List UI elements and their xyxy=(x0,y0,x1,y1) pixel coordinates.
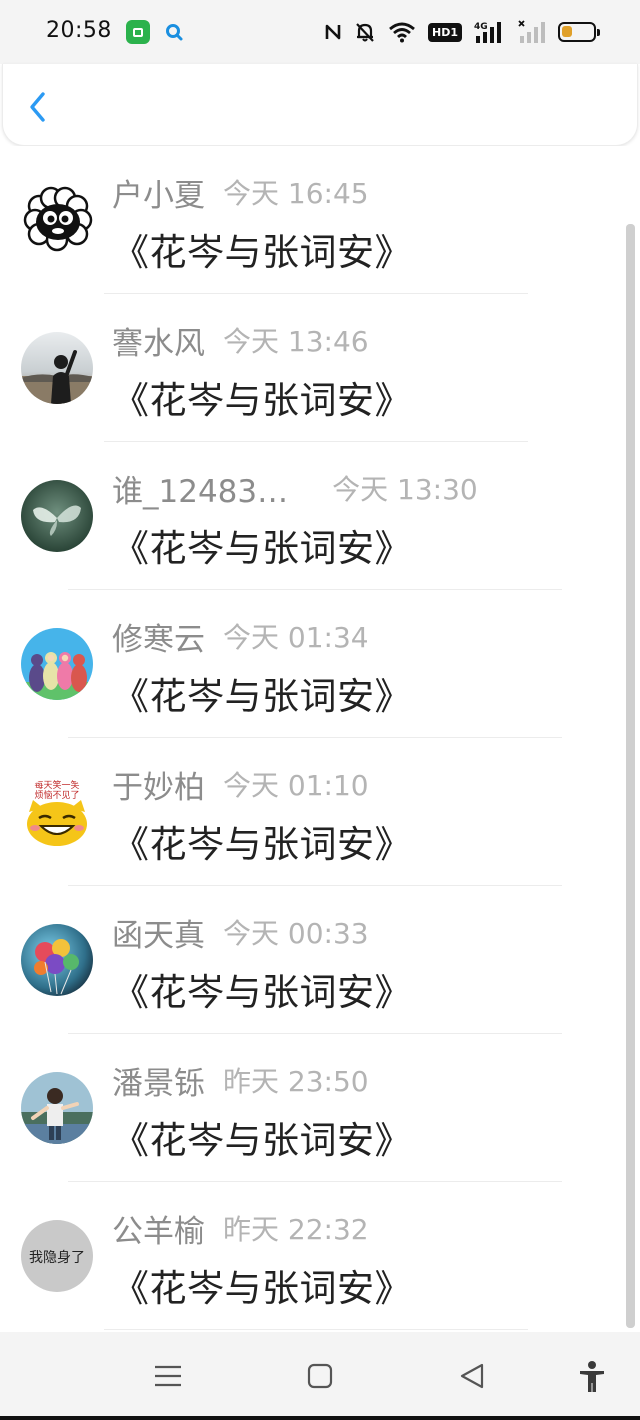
item-book-title: 《花岑与张词安》 xyxy=(112,1119,412,1162)
item-book-title: 《花岑与张词安》 xyxy=(112,231,412,274)
screen-bottom-edge xyxy=(0,1416,640,1420)
item-meta: 謇水风 今天 13:46 xyxy=(112,320,369,362)
back-triangle-icon xyxy=(460,1363,484,1389)
nfc-icon xyxy=(325,24,341,40)
item-time: 今天 01:34 xyxy=(223,621,369,654)
item-time: 昨天 23:50 xyxy=(223,1065,369,1098)
list-item[interactable]: 谁_12483… 今天 13:30 《花岑与张词安》 xyxy=(0,442,620,590)
item-meta: 公羊榆 昨天 22:32 xyxy=(112,1208,369,1250)
menu-icon xyxy=(155,1365,181,1387)
item-name: 函天真 xyxy=(112,917,205,954)
item-time: 今天 13:30 xyxy=(332,473,478,506)
smiling-cat-avatar[interactable]: 每天笑一笑 烦恼不见了 xyxy=(21,776,93,848)
reader-list[interactable]: 户小夏 今天 16:45 《花岑与张词安》 謇水风 今天 13:46 《花岑与张… xyxy=(0,146,640,1332)
item-name: 谁_12483… xyxy=(112,473,289,510)
top-app-bar xyxy=(2,64,638,146)
sheep-avatar[interactable] xyxy=(21,184,93,256)
item-time: 今天 16:45 xyxy=(223,177,369,210)
list-item[interactable]: 函天真 今天 00:33 《花岑与张词安》 xyxy=(0,886,620,1034)
boy-photo-avatar[interactable] xyxy=(21,1072,93,1144)
status-bar: 20:58 HD1 4G xyxy=(0,0,640,64)
item-meta: 谁_12483… 今天 13:30 xyxy=(112,468,478,510)
scrollbar[interactable] xyxy=(626,224,635,1328)
item-name: 于妙柏 xyxy=(112,769,205,806)
item-name: 修寒云 xyxy=(112,621,205,658)
item-name: 潘景铄 xyxy=(112,1065,205,1102)
item-meta: 函天真 今天 00:33 xyxy=(112,912,369,954)
item-book-title: 《花岑与张词安》 xyxy=(112,379,412,422)
item-name: 户小夏 xyxy=(112,177,205,214)
list-item[interactable]: 謇水风 今天 13:46 《花岑与张词安》 xyxy=(0,294,620,442)
list-item[interactable]: 每天笑一笑 烦恼不见了 于妙柏 今天 01:10 《花岑与张词安》 xyxy=(0,738,620,886)
svg-text:4G: 4G xyxy=(474,22,488,32)
search-icon xyxy=(166,24,183,41)
menu-button[interactable] xyxy=(152,1360,184,1392)
item-time: 今天 01:10 xyxy=(223,769,369,802)
item-name: 公羊榆 xyxy=(112,1213,205,1250)
system-nav-bar xyxy=(0,1332,640,1420)
hidden-user-avatar[interactable]: 我隐身了 xyxy=(21,1220,93,1292)
status-time: 20:58 xyxy=(46,18,112,43)
scrollbar-thumb[interactable] xyxy=(626,224,635,1328)
accessibility-icon xyxy=(580,1361,604,1392)
item-book-title: 《花岑与张词安》 xyxy=(112,823,412,866)
green-butterfly-avatar[interactable] xyxy=(21,480,93,552)
divider xyxy=(104,1329,528,1330)
chevron-left-icon xyxy=(30,92,45,122)
balloons-avatar[interactable] xyxy=(21,924,93,996)
item-book-title: 《花岑与张词安》 xyxy=(112,527,412,570)
list-item[interactable]: 我隐身了 公羊榆 昨天 22:32 《花岑与张词安》 xyxy=(0,1182,620,1330)
signal-4g-icon: 4G xyxy=(474,22,501,43)
app-icon xyxy=(126,20,150,44)
list-item[interactable]: 户小夏 今天 16:45 《花岑与张词安》 xyxy=(0,146,620,294)
bell-off-icon xyxy=(356,23,374,42)
item-book-title: 《花岑与张词安》 xyxy=(112,675,412,718)
page: 20:58 HD1 4G 户小夏 今天 16:45 《花岑与张词安》 謇水风 今… xyxy=(0,0,640,1420)
list-item[interactable]: 潘景铄 昨天 23:50 《花岑与张词安》 xyxy=(0,1034,620,1182)
list-item[interactable]: 修寒云 今天 01:34 《花岑与张词安》 xyxy=(0,590,620,738)
item-book-title: 《花岑与张词安》 xyxy=(112,971,412,1014)
home-square-icon xyxy=(307,1363,333,1389)
wifi-icon xyxy=(389,22,415,43)
status-icons: HD1 4G xyxy=(324,16,600,48)
item-time: 今天 00:33 xyxy=(223,917,369,950)
battery-icon xyxy=(558,22,600,42)
svg-text:我隐身了: 我隐身了 xyxy=(29,1250,85,1266)
item-time: 今天 13:46 xyxy=(223,325,369,358)
home-button[interactable] xyxy=(304,1360,336,1392)
item-name: 謇水风 xyxy=(112,325,205,362)
accessibility-button[interactable] xyxy=(576,1360,608,1392)
back-button[interactable] xyxy=(21,86,57,126)
teletubbies-avatar[interactable] xyxy=(21,628,93,700)
hd-icon: HD1 xyxy=(428,22,462,42)
svg-text:烦恼不见了: 烦恼不见了 xyxy=(34,789,79,801)
item-book-title: 《花岑与张词安》 xyxy=(112,1267,412,1310)
item-meta: 修寒云 今天 01:34 xyxy=(112,616,369,658)
item-meta: 潘景铄 昨天 23:50 xyxy=(112,1060,369,1102)
item-meta: 于妙柏 今天 01:10 xyxy=(112,764,369,806)
item-time: 昨天 22:32 xyxy=(223,1213,369,1246)
girl-waving-avatar[interactable] xyxy=(21,332,93,404)
svg-text:每天笑一笑: 每天笑一笑 xyxy=(34,779,79,791)
system-back-button[interactable] xyxy=(456,1360,488,1392)
battery-fill xyxy=(562,26,572,37)
signal-no-sim-icon xyxy=(518,20,545,43)
item-meta: 户小夏 今天 16:45 xyxy=(112,172,369,214)
